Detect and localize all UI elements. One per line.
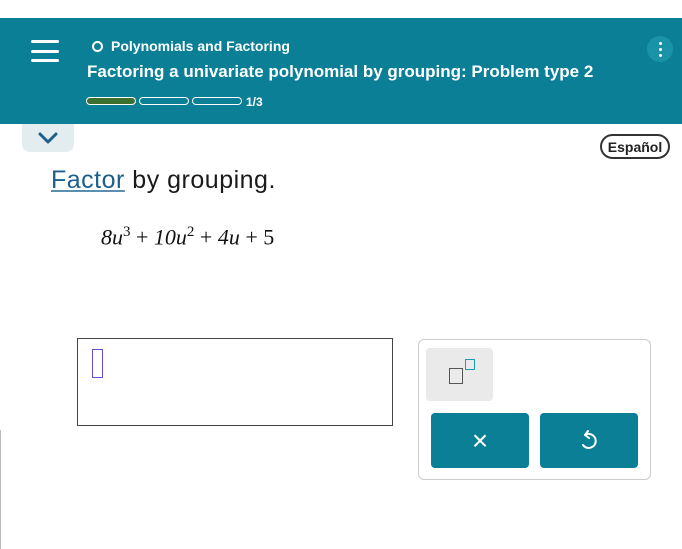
collapse-toggle[interactable] bbox=[22, 124, 74, 152]
undo-icon bbox=[582, 429, 597, 449]
progress-bar bbox=[86, 97, 242, 105]
divider bbox=[0, 430, 1, 549]
operator: + bbox=[130, 224, 154, 250]
instruction: Factor by grouping. bbox=[51, 166, 276, 195]
progress-label: 1/3 bbox=[246, 95, 263, 109]
topic-status-icon bbox=[92, 40, 103, 52]
progress-segment bbox=[192, 97, 242, 105]
exponent-button[interactable] bbox=[426, 348, 493, 401]
problem-title: Factoring a univariate polynomial by gro… bbox=[87, 62, 594, 81]
term-2: 10u bbox=[153, 224, 187, 250]
more-options-icon[interactable] bbox=[647, 36, 673, 62]
polynomial-expression: 8u3 + 10u2 + 4u + 5 bbox=[101, 224, 274, 250]
topic-title: Polynomials and Factoring bbox=[111, 38, 290, 54]
input-cursor bbox=[92, 349, 103, 378]
operator: + bbox=[239, 224, 264, 250]
topic-row: Polynomials and Factoring bbox=[92, 38, 290, 54]
chevron-down-icon bbox=[38, 132, 58, 144]
language-button[interactable]: Español bbox=[600, 134, 670, 159]
term-4: 5 bbox=[263, 224, 275, 250]
menu-icon[interactable] bbox=[31, 40, 59, 62]
term-1-exponent: 3 bbox=[123, 224, 131, 240]
exponent-template-icon bbox=[449, 368, 463, 384]
instruction-text: by grouping. bbox=[124, 166, 276, 194]
top-strip bbox=[0, 0, 682, 18]
answer-input[interactable] bbox=[77, 338, 393, 426]
exponent-slot-icon bbox=[465, 359, 475, 370]
progress-segment bbox=[86, 97, 136, 105]
term-3: 4u bbox=[217, 224, 240, 250]
undo-button[interactable] bbox=[540, 413, 638, 468]
term-1: 8u bbox=[101, 224, 123, 250]
operator: + bbox=[194, 224, 218, 250]
progress-segment bbox=[139, 97, 189, 105]
factor-link[interactable]: Factor bbox=[51, 166, 125, 194]
clear-button[interactable]: × bbox=[431, 413, 529, 468]
